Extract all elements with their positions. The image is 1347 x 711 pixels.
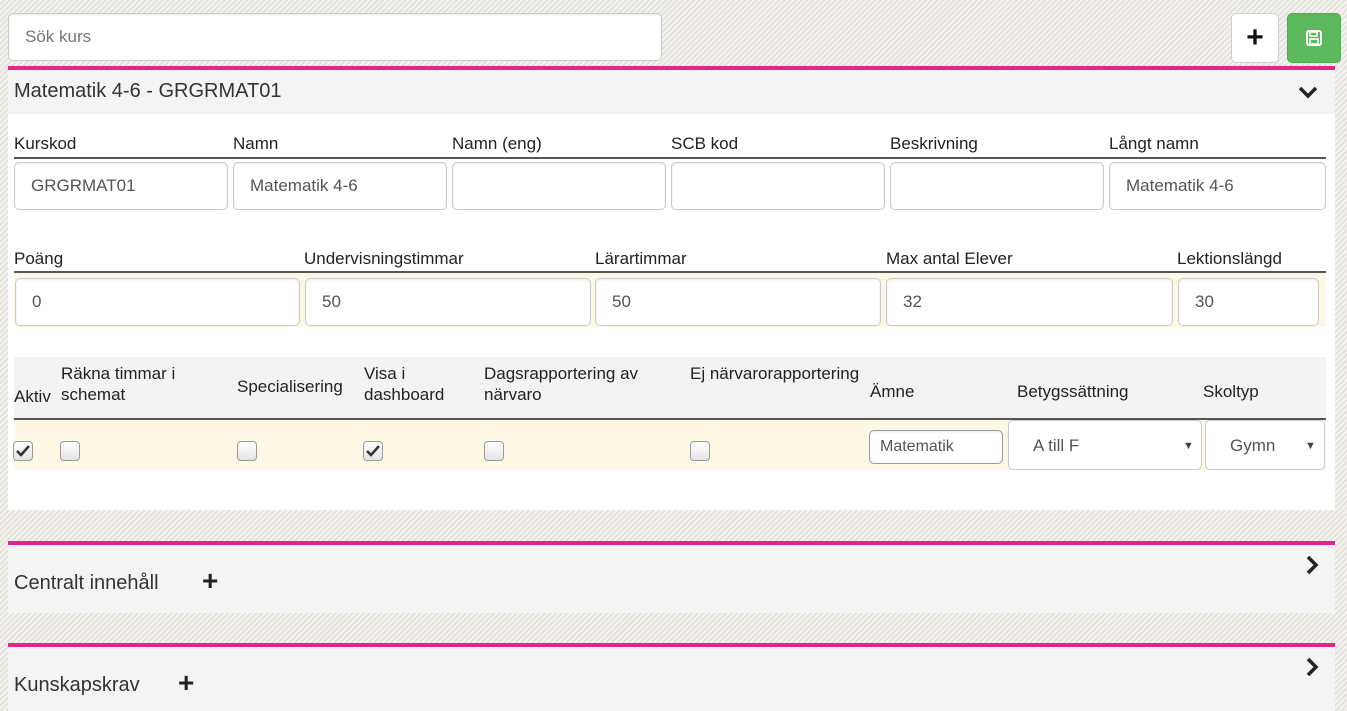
label-lektionslangd: Lektionslängd bbox=[1177, 249, 1282, 268]
betygssattning-select[interactable]: A till F bbox=[1008, 420, 1202, 470]
aktiv-checkbox[interactable] bbox=[13, 441, 33, 461]
plus-icon[interactable]: + bbox=[178, 667, 194, 699]
beskrivning-field[interactable] bbox=[890, 162, 1104, 210]
chevron-down-icon[interactable] bbox=[1298, 86, 1318, 100]
section-title: Centralt innehåll bbox=[14, 572, 159, 594]
larartimmar-field[interactable] bbox=[595, 278, 881, 326]
course-panel-header[interactable]: Matematik 4-6 - GRGRMAT01 bbox=[8, 70, 1335, 114]
label-ej-narvarorapportering: Ej närvarorapportering bbox=[690, 364, 860, 383]
label-betygssattning: Betygssättning bbox=[1017, 382, 1129, 401]
max-antal-elever-field[interactable] bbox=[886, 278, 1173, 326]
label-skoltyp: Skoltyp bbox=[1203, 382, 1259, 401]
label-rakna-timmar: Räkna timmar i schemat bbox=[61, 364, 176, 404]
langt-namn-field[interactable] bbox=[1109, 162, 1326, 210]
plus-icon[interactable]: + bbox=[202, 565, 218, 597]
label-visa-dashboard: Visa i dashboard bbox=[364, 364, 445, 404]
specialisering-checkbox[interactable] bbox=[237, 441, 257, 461]
undervisningstimmar-field[interactable] bbox=[305, 278, 591, 326]
label-namn-eng: Namn (eng) bbox=[452, 134, 542, 153]
visa-dashboard-checkbox[interactable] bbox=[363, 441, 383, 461]
skoltyp-select[interactable]: Gymn bbox=[1205, 420, 1325, 470]
add-course-button[interactable]: + bbox=[1231, 13, 1279, 63]
course-title: Matematik 4-6 - GRGRMAT01 bbox=[14, 80, 282, 102]
checkmark-icon bbox=[16, 445, 30, 457]
chevron-right-icon[interactable] bbox=[1305, 657, 1319, 677]
kurskod-field[interactable] bbox=[14, 162, 228, 210]
row1-divider bbox=[14, 157, 1326, 159]
label-dagsrapportering: Dagsrapportering av närvaro bbox=[484, 364, 639, 404]
namn-field[interactable] bbox=[233, 162, 447, 210]
label-undervisningstimmar: Undervisningstimmar bbox=[304, 249, 464, 268]
label-max-antal-elever: Max antal Elever bbox=[886, 249, 1013, 268]
section-title: Kunskapskrav bbox=[14, 674, 140, 696]
label-larartimmar: Lärartimmar bbox=[595, 249, 687, 268]
label-beskrivning: Beskrivning bbox=[890, 134, 978, 153]
label-kurskod: Kurskod bbox=[14, 134, 77, 153]
centralt-innehall-header[interactable]: Centralt innehåll + bbox=[8, 545, 1335, 613]
label-aktiv: Aktiv bbox=[14, 387, 51, 406]
kunskapskrav-header[interactable]: Kunskapskrav + bbox=[8, 647, 1335, 711]
lektionslangd-field[interactable] bbox=[1178, 278, 1319, 326]
label-poang: Poäng bbox=[14, 249, 64, 268]
label-scb-kod: SCB kod bbox=[671, 134, 739, 153]
chevron-right-icon[interactable] bbox=[1305, 555, 1319, 575]
ej-narvarorapportering-checkbox[interactable] bbox=[690, 441, 710, 461]
label-amne: Ämne bbox=[870, 382, 915, 401]
label-specialisering: Specialisering bbox=[237, 377, 343, 396]
dagsrapportering-checkbox[interactable] bbox=[484, 441, 504, 461]
label-langt-namn: Långt namn bbox=[1109, 134, 1199, 153]
search-input[interactable] bbox=[8, 13, 662, 61]
namn-eng-field[interactable] bbox=[452, 162, 666, 210]
checkmark-icon bbox=[366, 445, 380, 457]
plus-icon: + bbox=[1246, 21, 1264, 54]
rakna-timmar-checkbox[interactable] bbox=[60, 441, 80, 461]
scb-kod-field[interactable] bbox=[671, 162, 885, 210]
poang-field[interactable] bbox=[15, 278, 300, 326]
label-namn: Namn bbox=[233, 134, 279, 153]
floppy-disk-icon bbox=[1306, 30, 1322, 46]
save-button[interactable] bbox=[1287, 13, 1341, 63]
amne-field[interactable] bbox=[869, 430, 1003, 464]
